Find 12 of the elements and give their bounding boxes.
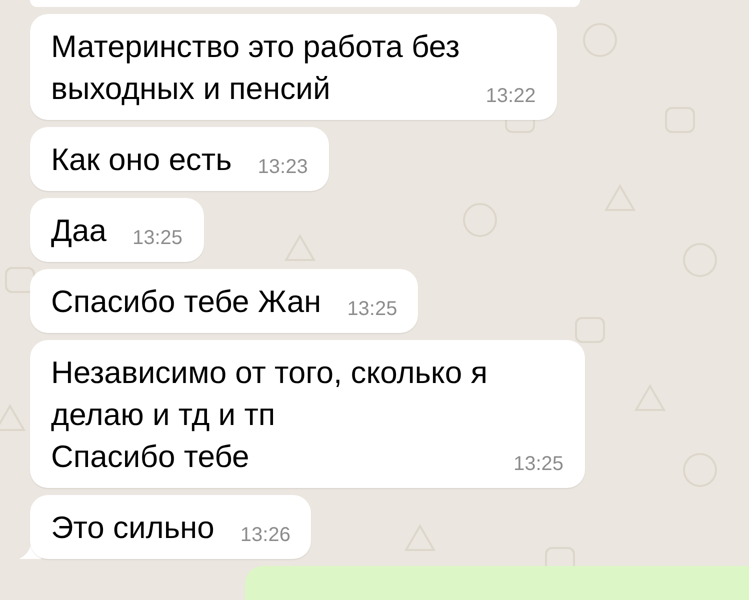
message-text: Как оно есть (51, 141, 232, 179)
message-time: 13:26 (240, 523, 290, 547)
message-time: 13:25 (347, 297, 398, 321)
message-time: 13:23 (258, 155, 308, 179)
message-time: 13:25 (513, 452, 564, 476)
message-text: Даа (51, 212, 106, 250)
message-time: 13:25 (132, 226, 183, 250)
message-time: 13:22 (486, 84, 536, 108)
message-text: Независимо от того, сколько я делаю и тд и тп Спасибо тебе (51, 354, 488, 476)
message-text: Это сильно (51, 509, 214, 547)
message-text: Спасибо тебе Жан (51, 283, 322, 321)
message-text: Материнство это работа без выходных и пенсий (51, 28, 460, 108)
